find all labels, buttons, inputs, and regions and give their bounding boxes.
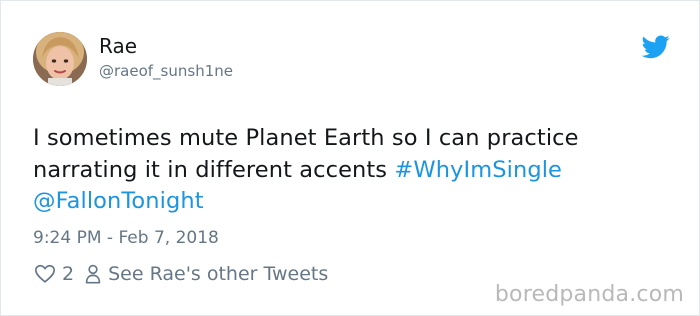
mention-link[interactable]: @FallonTonight [33,188,204,214]
avatar-image [33,32,87,86]
heart-icon[interactable] [34,263,56,285]
tweet-timestamp[interactable]: 9:24 PM - Feb 7, 2018 [33,227,219,249]
see-other-tweets-link[interactable]: See Rae's other Tweets [108,263,328,285]
tweet-actions: 2 See Rae's other Tweets [34,262,328,286]
avatar[interactable] [33,32,87,86]
person-icon [85,264,101,284]
hashtag-link[interactable]: #WhyImSingle [394,157,562,183]
watermark: boredpanda.com [494,282,684,307]
user-handle[interactable]: @raeof_sunsh1ne [99,61,233,81]
tweet-text: I sometimes mute Planet Earth so I can p… [33,123,673,218]
tweet-card: Rae @raeof_sunsh1ne I sometimes mute Pla… [0,0,700,316]
like-count[interactable]: 2 [62,263,74,285]
display-name[interactable]: Rae [99,34,137,58]
twitter-bird-icon[interactable] [642,35,670,59]
